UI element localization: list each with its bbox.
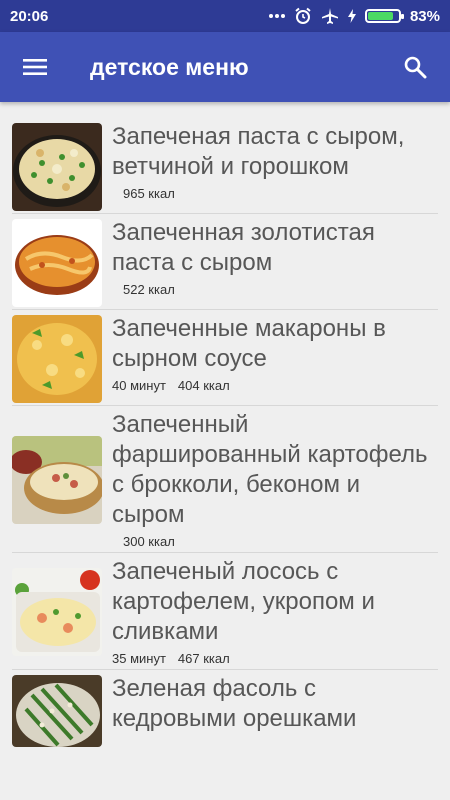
dots-icon [268, 13, 285, 19]
recipe-meta: 522 ккал [112, 282, 438, 297]
recipe-image-wrap [12, 557, 102, 667]
recipe-kcal: 522 ккал [123, 282, 175, 297]
recipe-meta: 35 минут 467 ккал [112, 651, 438, 666]
hamburger-menu-icon [23, 59, 47, 75]
list-item[interactable]: Запеченные макароны в сырном соусе 40 ми… [0, 310, 450, 406]
battery-level-fill [367, 12, 393, 20]
recipe-title: Зеленая фасоль с кедровыми орешками [112, 675, 357, 732]
list-item-body: Запеченная золотистая паста с сыром 522 … [112, 218, 438, 310]
recipe-title: Запеченные макароны в сырном соусе [112, 315, 386, 372]
recipe-image [12, 675, 102, 747]
list-item-body: Запеченая паста с сыром, ветчиной и горо… [112, 122, 438, 214]
recipe-kcal: 300 ккал [123, 534, 175, 549]
status-bar: 20:06 83% [0, 0, 450, 32]
recipe-image [12, 568, 102, 656]
list-item[interactable]: Запеченый лосось с картофелем, укропом и… [0, 553, 450, 670]
status-icons: 83% [268, 7, 440, 25]
recipe-title: Запеченый лосось с картофелем, укропом и… [112, 558, 375, 645]
menu-button[interactable] [0, 32, 70, 102]
list-item-body: Запеченный фаршированный картофель с бро… [112, 410, 438, 553]
battery-percent: 83% [409, 7, 440, 25]
recipe-title: Запеченая паста с сыром, ветчиной и горо… [112, 123, 405, 180]
page-title: детское меню [90, 53, 249, 80]
app-bar: детское меню [0, 32, 450, 102]
list-item-body: Запеченый лосось с картофелем, укропом и… [112, 557, 438, 670]
airplane-icon [321, 7, 339, 25]
recipe-kcal: 404 ккал [177, 378, 230, 393]
recipe-image [12, 219, 102, 307]
list-item[interactable]: Запеченая паста с сыром, ветчиной и горо… [0, 118, 450, 214]
charging-icon [347, 9, 356, 23]
recipe-meta: 965 ккал [112, 186, 438, 201]
recipe-time: 35 минут [112, 651, 166, 666]
search-button[interactable] [380, 32, 450, 102]
list-item-body: Зеленая фасоль с кедровыми орешками [112, 674, 438, 750]
search-icon [404, 56, 427, 79]
recipe-title: Запеченный фаршированный картофель с бро… [112, 411, 428, 528]
recipe-image-wrap [12, 410, 102, 550]
recipe-meta: 300 ккал [112, 534, 438, 549]
recipe-image [12, 436, 102, 524]
recipe-time: 40 минут [112, 378, 166, 393]
recipe-image [12, 315, 102, 403]
recipe-image [12, 123, 102, 211]
recipe-title: Запеченная золотистая паста с сыром [112, 219, 375, 276]
recipe-kcal: 965 ккал [123, 186, 175, 201]
list-item-body: Запеченные макароны в сырном соусе 40 ми… [112, 314, 438, 406]
recipe-kcal: 467 ккал [177, 651, 230, 666]
recipe-meta: 40 минут 404 ккал [112, 378, 438, 393]
alarm-icon [294, 7, 312, 25]
list-item[interactable]: Зеленая фасоль с кедровыми орешками [0, 670, 450, 750]
recipe-list: Запеченая паста с сыром, ветчиной и горо… [0, 118, 450, 750]
list-item[interactable]: Запеченный фаршированный картофель с бро… [0, 406, 450, 553]
list-item[interactable]: Запеченная золотистая паста с сыром 522 … [0, 214, 450, 310]
battery-icon [364, 9, 404, 23]
status-time: 20:06 [10, 7, 49, 25]
